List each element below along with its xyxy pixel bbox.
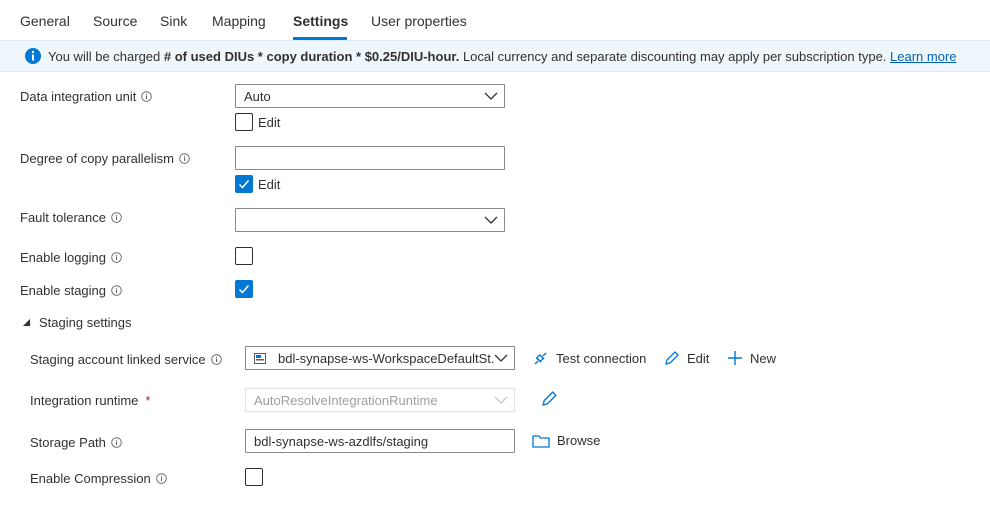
logging-label: Enable logging	[20, 250, 107, 265]
diu-value: Auto	[244, 89, 271, 104]
plug-icon	[534, 352, 547, 365]
browse-label: Browse	[557, 433, 601, 448]
diu-edit-checkbox[interactable]	[235, 113, 253, 131]
banner-bold: # of used DIUs * copy duration * $0.25/D…	[163, 49, 460, 64]
edit-runtime-pencil-icon[interactable]	[541, 390, 558, 407]
folder-icon	[532, 434, 550, 448]
integration-runtime-label: Integration runtime	[30, 393, 139, 408]
tab-mapping[interactable]: Mapping	[212, 13, 266, 29]
tab-sink[interactable]: Sink	[160, 13, 187, 29]
banner-suffix: Local currency and separate discounting …	[459, 49, 891, 64]
integration-runtime-value: AutoResolveIntegrationRuntime	[254, 393, 438, 408]
integration-runtime-label-row: Integration runtime *	[30, 393, 150, 408]
storage-path-value: bdl-synapse-ws-azdlfs/staging	[254, 434, 429, 449]
test-connection-label: Test connection	[556, 351, 647, 366]
linked-service-label-row: Staging account linked service	[30, 352, 222, 367]
enable-logging-checkbox[interactable]	[235, 247, 253, 265]
diu-dropdown[interactable]: Auto	[235, 84, 505, 108]
storage-path-input[interactable]: bdl-synapse-ws-azdlfs/staging	[245, 429, 515, 453]
staging-settings-title: Staging settings	[39, 315, 132, 330]
staging-label-row: Enable staging	[20, 283, 122, 298]
new-linked-service-button[interactable]: New	[727, 350, 776, 366]
tab-bar: General Source Sink Mapping Settings Use…	[0, 0, 990, 40]
diu-edit-label: Edit	[258, 115, 281, 130]
storage-path-label-row: Storage Path	[30, 435, 122, 450]
info-circle-icon[interactable]	[111, 285, 122, 296]
tab-general[interactable]: General	[20, 13, 70, 29]
info-circle-icon[interactable]	[210, 354, 222, 365]
learn-more-link[interactable]: Learn more	[890, 49, 956, 64]
banner-prefix: You will be charged	[48, 49, 164, 64]
parallelism-edit-checkbox[interactable]	[235, 175, 253, 193]
caret-down-icon	[23, 319, 30, 326]
diu-label-row: Data integration unit	[20, 89, 153, 104]
info-icon	[24, 47, 42, 65]
tab-user-properties[interactable]: User properties	[371, 13, 467, 29]
compression-label-row: Enable Compression	[30, 471, 167, 486]
fault-tolerance-label-row: Fault tolerance	[20, 210, 122, 225]
enable-staging-checkbox[interactable]	[235, 280, 253, 298]
parallelism-label-row: Degree of copy parallelism	[20, 151, 190, 166]
enable-compression-checkbox[interactable]	[245, 468, 263, 486]
chevron-down-icon	[484, 216, 498, 224]
linked-service-label: Staging account linked service	[30, 352, 206, 367]
storage-account-icon	[254, 353, 266, 364]
chevron-down-icon	[494, 396, 508, 404]
compression-label: Enable Compression	[30, 471, 151, 486]
test-connection-button[interactable]: Test connection	[532, 350, 646, 367]
staging-label: Enable staging	[20, 283, 107, 298]
edit-linked-service-label: Edit	[687, 350, 710, 366]
tab-source[interactable]: Source	[93, 13, 137, 29]
parallelism-edit-label: Edit	[258, 177, 281, 192]
parallelism-input[interactable]	[235, 146, 505, 170]
checkmark-icon	[238, 180, 250, 189]
new-linked-service-label: New	[750, 350, 777, 366]
linked-service-value: bdl-synapse-ws-WorkspaceDefaultSt...	[278, 351, 494, 366]
parallelism-label: Degree of copy parallelism	[20, 151, 174, 166]
browse-button[interactable]: Browse	[532, 433, 600, 448]
info-circle-icon[interactable]	[179, 153, 190, 164]
tab-settings[interactable]: Settings	[293, 13, 348, 29]
plus-icon	[728, 351, 742, 365]
diu-label: Data integration unit	[20, 89, 137, 104]
logging-label-row: Enable logging	[20, 250, 122, 265]
chevron-down-icon	[484, 92, 498, 100]
info-circle-icon[interactable]	[111, 212, 122, 223]
fault-tolerance-dropdown[interactable]	[235, 208, 505, 232]
info-circle-icon[interactable]	[155, 473, 167, 484]
edit-linked-service-button[interactable]: Edit	[664, 350, 709, 366]
linked-service-dropdown[interactable]: bdl-synapse-ws-WorkspaceDefaultSt...	[245, 346, 515, 370]
pencil-icon	[665, 351, 679, 365]
staging-settings-toggle[interactable]: Staging settings	[22, 315, 132, 330]
info-circle-icon[interactable]	[111, 252, 122, 263]
required-mark: *	[145, 393, 151, 408]
banner-text: You will be charged # of used DIUs * cop…	[48, 49, 957, 64]
chevron-down-icon	[494, 354, 508, 362]
info-circle-icon[interactable]	[111, 437, 122, 448]
integration-runtime-dropdown[interactable]: AutoResolveIntegrationRuntime	[245, 388, 515, 412]
storage-path-label: Storage Path	[30, 435, 106, 450]
info-circle-icon[interactable]	[141, 91, 153, 102]
checkmark-icon	[238, 285, 250, 294]
pricing-info-banner: You will be charged # of used DIUs * cop…	[0, 40, 990, 72]
fault-tolerance-label: Fault tolerance	[20, 210, 106, 225]
